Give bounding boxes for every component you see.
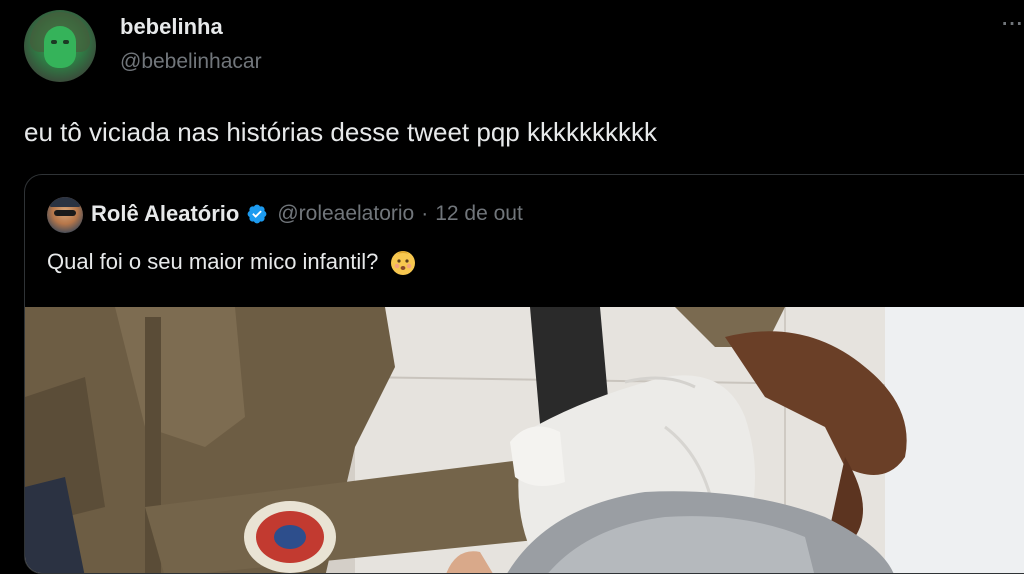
quoted-author-avatar[interactable]: [47, 197, 83, 233]
photo-image: [25, 307, 1024, 573]
avatar-cap: [50, 197, 80, 207]
header-separator: ·: [421, 202, 429, 225]
quoted-tweet[interactable]: Rolê Aleatório @roleaelatorio · 12 de ou…: [24, 174, 1024, 574]
quoted-tweet-text-row: Qual foi o seu maior mico infantil?: [47, 247, 418, 277]
quoted-tweet-date[interactable]: 12 de out: [435, 202, 523, 226]
author-handle[interactable]: @bebelinhacar: [120, 50, 262, 74]
tweet: bebelinha @bebelinhacar ··· eu tô viciad…: [0, 0, 1024, 574]
avatar-glasses: [54, 210, 76, 216]
author-name[interactable]: bebelinha: [120, 14, 223, 40]
avatar-eye-left: [51, 40, 57, 44]
tweet-text: eu tô viciada nas histórias desse tweet …: [24, 117, 657, 147]
author-avatar[interactable]: [24, 10, 96, 82]
quoted-author-handle[interactable]: @roleaelatorio: [277, 202, 414, 226]
quoted-author-name[interactable]: Rolê Aleatório: [91, 201, 239, 227]
quoted-tweet-header: Rolê Aleatório @roleaelatorio · 12 de ou…: [91, 201, 523, 227]
avatar-face: [44, 26, 76, 68]
quoted-tweet-text: Qual foi o seu maior mico infantil?: [47, 249, 379, 274]
avatar-eye-right: [63, 40, 69, 44]
quoted-tweet-photo[interactable]: [25, 307, 1024, 573]
verified-badge-icon: [247, 204, 267, 224]
baby-face-emoji-icon: [391, 251, 416, 275]
more-horizontal-icon[interactable]: ···: [1000, 8, 1024, 36]
